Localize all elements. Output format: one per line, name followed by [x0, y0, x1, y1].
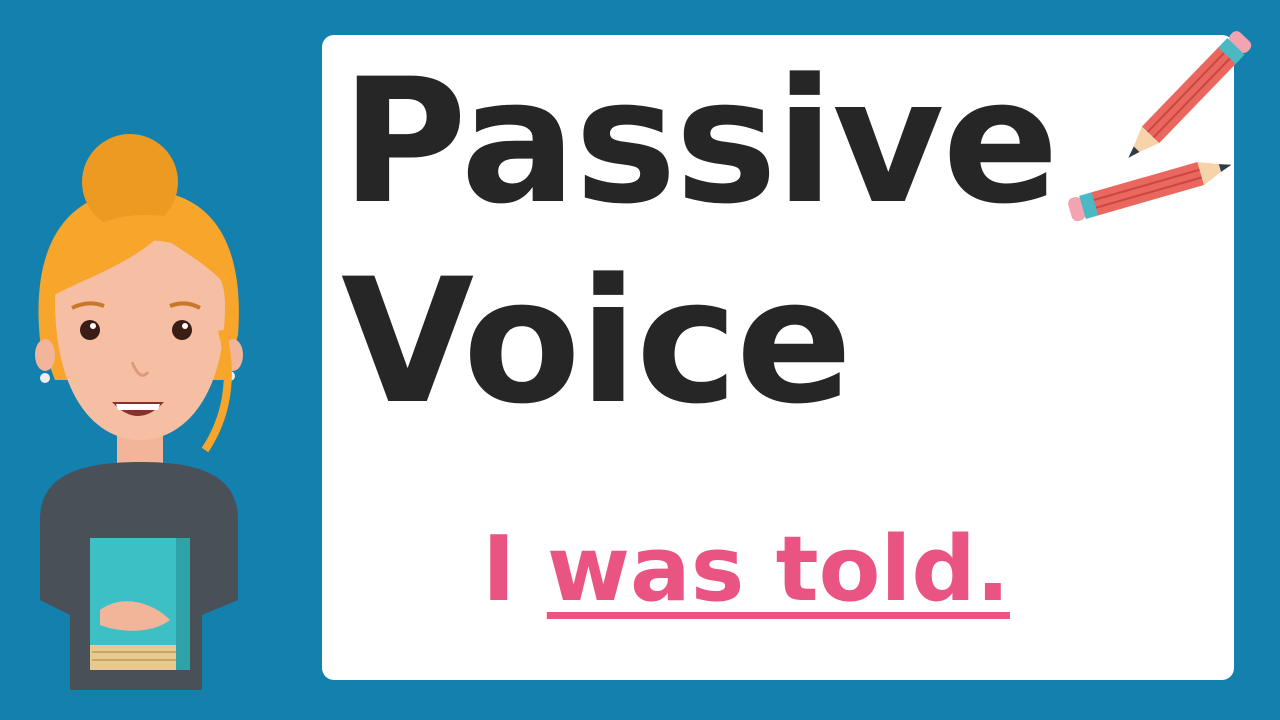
- example-pronoun: I: [482, 517, 516, 622]
- pencils-decoration: [1068, 31, 1252, 222]
- pencil-icon: [1068, 161, 1232, 222]
- pencil-body: [1141, 47, 1236, 144]
- title-line-1: Passive: [341, 41, 1059, 242]
- eye-right: [172, 320, 192, 340]
- title-line-2: Voice: [341, 241, 852, 442]
- teacher-illustration: [35, 134, 243, 690]
- page-title: Passive Voice: [341, 41, 1059, 442]
- earring: [40, 373, 50, 383]
- eye-left: [80, 320, 100, 340]
- example-passive-phrase: was told.: [546, 517, 1010, 622]
- hair-bun: [82, 134, 178, 230]
- pencil-icon: [1128, 31, 1252, 158]
- example-sentence: I was told.: [482, 515, 1010, 625]
